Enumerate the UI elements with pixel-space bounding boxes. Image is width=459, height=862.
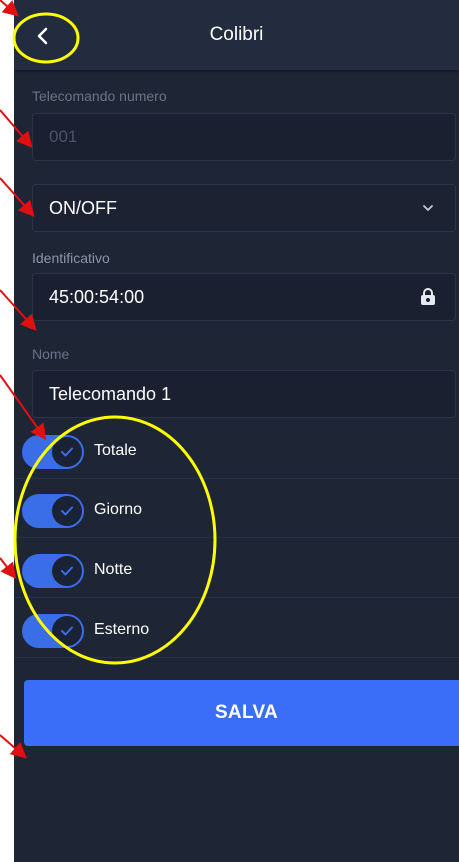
check-icon bbox=[61, 566, 73, 576]
save-button[interactable]: SALVA bbox=[24, 680, 459, 746]
check-icon bbox=[61, 447, 73, 457]
remote-number-label: Telecomando numero bbox=[32, 88, 167, 104]
toggle-row-totale: Totale bbox=[14, 432, 459, 479]
identifier-label: Identificativo bbox=[32, 250, 110, 266]
toggle-switch[interactable] bbox=[22, 435, 84, 469]
toggle-switch[interactable] bbox=[22, 554, 84, 588]
annotation-arrow bbox=[0, 557, 17, 580]
remote-number-value: 001 bbox=[49, 127, 78, 146]
toggle-knob bbox=[52, 556, 82, 586]
chevron-down-icon bbox=[417, 197, 439, 219]
check-icon bbox=[61, 506, 73, 516]
mode-select[interactable]: ON/OFF bbox=[32, 184, 456, 232]
lock-icon bbox=[417, 286, 439, 308]
toggle-label: Totale bbox=[94, 442, 137, 459]
toggle-switch[interactable] bbox=[22, 614, 84, 648]
toggle-row-giorno: Giorno bbox=[14, 491, 459, 538]
app-screen: Colibri Telecomando numero 001 ON/OFF Id… bbox=[14, 0, 459, 862]
toggle-switch[interactable] bbox=[22, 494, 84, 528]
toggle-label: Notte bbox=[94, 561, 133, 578]
toggle-knob bbox=[52, 496, 82, 526]
remote-number-field: 001 bbox=[32, 113, 456, 161]
name-label: Nome bbox=[32, 346, 70, 362]
identifier-field: 45:00:54:00 bbox=[32, 273, 456, 321]
toggle-label: Giorno bbox=[94, 501, 143, 518]
toggle-knob bbox=[52, 616, 82, 646]
mode-select-value: ON/OFF bbox=[49, 198, 117, 218]
toggle-knob bbox=[52, 437, 82, 467]
page-title: Colibri bbox=[209, 24, 264, 45]
toggle-row-esterno: Esterno bbox=[14, 611, 459, 658]
name-value: Telecomando 1 bbox=[49, 384, 172, 404]
check-icon bbox=[61, 626, 73, 636]
name-input[interactable]: Telecomando 1 bbox=[32, 370, 456, 418]
toggle-row-notte: Notte bbox=[14, 551, 459, 598]
identifier-value: 45:00:54:00 bbox=[49, 287, 145, 307]
app-header: Colibri bbox=[14, 0, 459, 70]
toggle-label: Esterno bbox=[94, 621, 150, 638]
